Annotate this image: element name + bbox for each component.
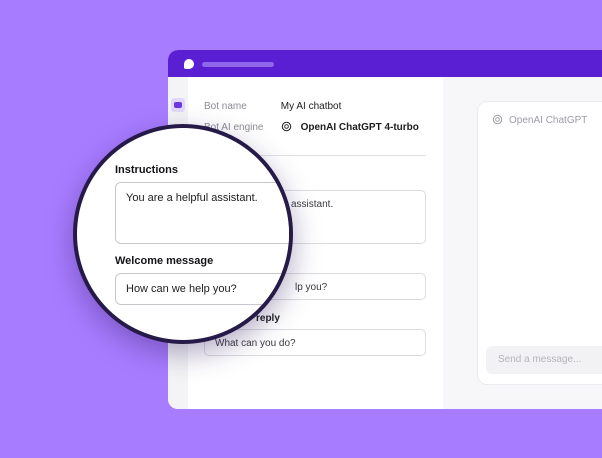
- chat-header-title: OpenAI ChatGPT: [509, 115, 588, 126]
- bot-name-row: Bot name My AI chatbot: [204, 101, 341, 112]
- instructions-input-text: You are a helpful assistant.: [126, 192, 258, 204]
- chat-message-input[interactable]: Send a message...: [486, 346, 602, 374]
- engine-value[interactable]: OpenAI ChatGPT 4-turbo: [301, 122, 419, 133]
- welcome-message-input[interactable]: How can we help you?: [115, 273, 289, 305]
- title-bar: [168, 50, 602, 77]
- suggested-reply-field[interactable]: What can you do?: [204, 329, 426, 356]
- app-logo-icon: [184, 59, 194, 69]
- bot-icon[interactable]: [171, 98, 185, 112]
- instructions-label: Instructions: [115, 164, 178, 176]
- bot-name-value[interactable]: My AI chatbot: [281, 101, 342, 112]
- magnifier-lens: Instructions You are a helpful assistant…: [73, 124, 293, 344]
- chat-preview-card: OpenAI ChatGPT Send a message...: [477, 101, 602, 385]
- chat-preview-pane: OpenAI ChatGPT Send a message...: [443, 77, 602, 409]
- instructions-input[interactable]: You are a helpful assistant.: [115, 182, 289, 244]
- suggested-reply-label: reply: [256, 313, 280, 324]
- engine-row: Bot AI engine OpenAI ChatGPT 4-turbo: [204, 121, 419, 133]
- chat-header: OpenAI ChatGPT: [492, 114, 587, 126]
- openai-icon: [281, 121, 292, 132]
- title-placeholder-bar: [202, 62, 274, 67]
- welcome-field-text: lp you?: [295, 282, 328, 293]
- instructions-field-text: assistant.: [291, 199, 334, 210]
- bot-name-label: Bot name: [204, 101, 247, 112]
- welcome-message-input-text: How can we help you?: [126, 283, 237, 295]
- openai-icon: [492, 114, 503, 125]
- welcome-message-label: Welcome message: [115, 255, 214, 267]
- suggested-reply-text: What can you do?: [215, 338, 296, 349]
